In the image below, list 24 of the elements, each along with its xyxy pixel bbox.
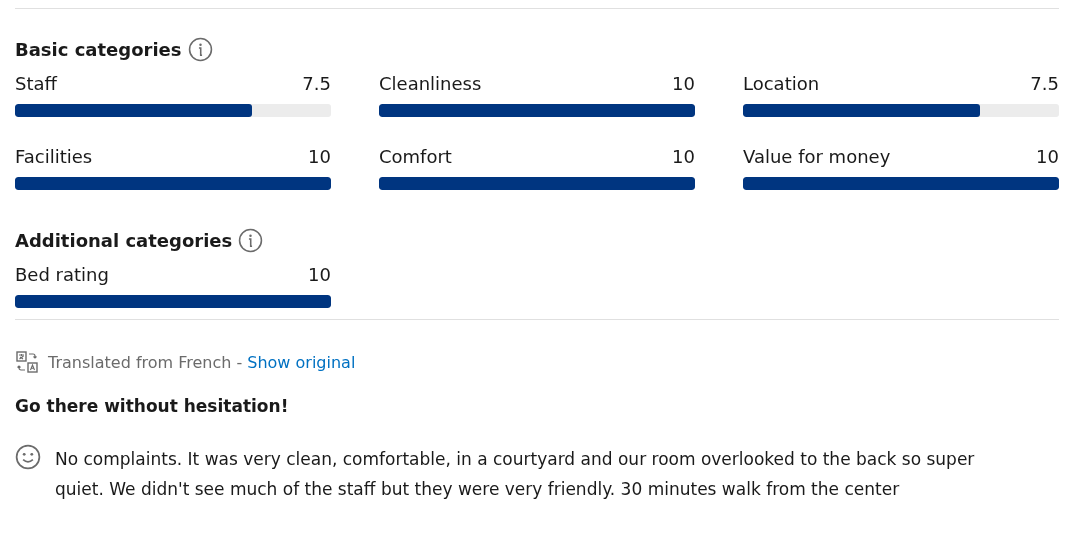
show-original-link[interactable]: Show original [247,352,356,372]
category-label: Comfort [379,145,452,169]
category-label: Staff [15,72,57,96]
review-title: Go there without hesitation! [15,396,290,416]
smiley-icon [15,444,41,470]
category-score: 7.5 [302,72,331,96]
category-label: Cleanliness [379,72,482,96]
category-score: 10 [308,263,331,287]
review-text: No complaints. It was very clean, comfortable, in a courtyard and our room overlooked to the back so super quiet. We didn't see much of the staff but they were very friendly. 30 minutes walk from the center [55,448,976,501]
info-icon[interactable] [187,37,213,62]
section-heading: Basic categories [15,39,182,60]
category-label: Value for money [743,145,891,169]
translation-note: Translated from French - [48,352,243,372]
info-icon[interactable] [238,228,264,253]
translate-icon [15,350,39,374]
category-label: Location [743,72,820,96]
category-score: 10 [308,145,331,169]
section-heading: Additional categories [15,230,233,251]
category-label: Facilities [15,145,93,169]
category-score: 10 [672,145,695,169]
category-score: 10 [672,72,695,96]
category-label: Bed rating [15,263,109,287]
category-score: 10 [1036,145,1059,169]
category-score: 7.5 [1030,72,1059,96]
